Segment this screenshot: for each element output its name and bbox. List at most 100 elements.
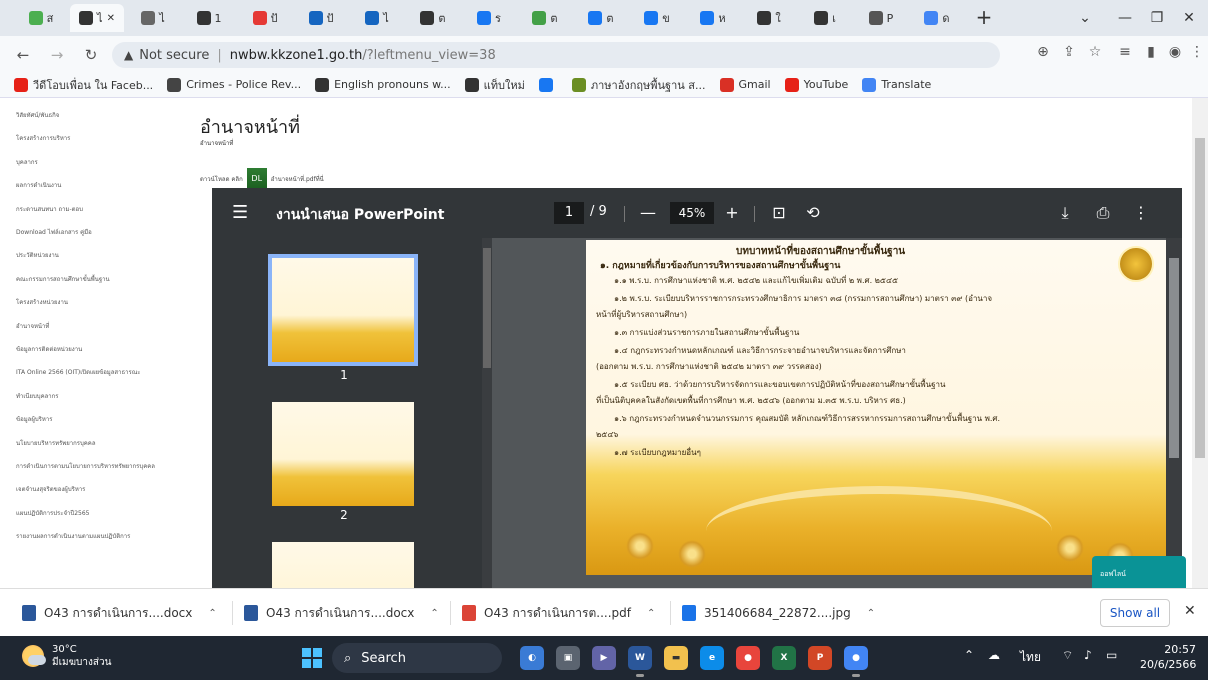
bookmark-item[interactable]: Gmail [719,77,771,92]
left-menu-item[interactable]: ข้อมูลการติดต่อหน่วยงาน [16,346,176,354]
thumbnail-page-1[interactable] [268,254,418,366]
bookmark-item[interactable]: แท็บใหม่ [464,76,525,94]
left-menu-item[interactable]: รายงานผลการดำเนินงานตามแผนปฏิบัติการ [16,533,176,541]
left-menu-item[interactable]: ข้อมูลผู้บริหาร [16,416,176,424]
more-options-icon[interactable]: ⋮ [1130,202,1152,224]
browser-tab[interactable]: ต [406,4,460,32]
bookmark-item[interactable]: Translate [862,77,931,92]
left-menu-item[interactable]: ผลการดำเนินงาน [16,182,176,190]
download-options-icon[interactable]: ⌃ [647,608,655,619]
browser-tab[interactable]: ร [462,4,516,32]
bookmark-item[interactable]: วีดีโอบเพื่อน ใน Faceb... [14,76,153,94]
tray-overflow-icon[interactable]: ⌃ [964,648,974,662]
download-item[interactable]: O43 การดำเนินการต....pdf ⌃ [462,601,655,625]
chrome-active-icon[interactable]: ● [844,646,868,677]
download-arrow-icon[interactable]: DL [246,168,267,198]
left-menu-item[interactable]: โครงสร้างการบริหาร [16,135,176,143]
left-menu-item[interactable]: ประวัติหน่วยงาน [16,252,176,260]
page-number-input[interactable]: 1 [554,202,584,224]
taskbar-search[interactable]: ⌕ Search [332,643,502,673]
download-item[interactable]: O43 การดำเนินการ....docx ⌃ [22,601,217,625]
language-indicator[interactable]: ไทย [1020,648,1041,667]
browser-tab[interactable]: ห [686,4,740,32]
left-menu-item[interactable]: การดำเนินการตามนโยบายการบริหารทรัพยากรบุ… [16,463,176,471]
forward-icon[interactable]: → [46,44,68,66]
bookmark-item[interactable]: Crimes - Police Rev... [167,77,301,92]
hamburger-menu-icon[interactable]: ☰ [232,202,248,223]
download-item[interactable]: O43 การดำเนินการ....docx ⌃ [244,601,439,625]
bookmark-item[interactable]: YouTube [784,77,848,92]
document-scrollbar[interactable] [1166,238,1182,588]
browser-tab[interactable]: ใ [742,4,796,32]
left-menu-item[interactable]: คณะกรรมการสถานศึกษาขั้นพื้นฐาน [16,276,176,284]
chrome-icon[interactable]: ● [736,646,760,670]
left-menu-item[interactable]: แผนปฏิบัติการประจำปี2565 [16,510,176,518]
back-icon[interactable]: ← [12,44,34,66]
word-icon[interactable]: W [628,646,652,677]
browser-tab[interactable]: ปั [294,4,348,32]
volume-icon[interactable]: ♪ [1084,648,1092,662]
download-options-icon[interactable]: ⌃ [867,608,875,619]
bookmark-item[interactable]: English pronouns w... [315,77,451,92]
browser-tab[interactable]: ไ [126,4,180,32]
reload-icon[interactable]: ↻ [80,44,102,66]
side-panel-icon[interactable]: ▮ [1140,44,1162,60]
page-scrollbar[interactable] [1192,98,1208,588]
zoom-out-icon[interactable]: — [638,202,658,224]
download-item[interactable]: 351406684_22872....jpg ⌃ [682,601,875,625]
windows-start-icon[interactable] [302,648,322,668]
thumbnail-scrollbar[interactable] [482,238,492,588]
bookmark-star-icon[interactable]: ☆ [1084,44,1106,60]
system-clock[interactable]: 20:57 20/6/2566 [1140,642,1196,672]
left-menu-item[interactable]: อำนาจหน้าที่ [16,323,176,331]
browser-tab[interactable]: ไ ✕ [70,4,124,32]
teams-icon[interactable]: ▶ [592,646,616,670]
document-scroll-knob[interactable] [1169,258,1179,458]
download-options-icon[interactable]: ⌃ [430,608,438,619]
browser-tab[interactable]: P [854,4,908,32]
browser-tab[interactable]: ต [518,4,572,32]
rotate-icon[interactable]: ⟲ [802,202,824,224]
task-view-icon[interactable]: ▣ [556,646,580,670]
address-bar[interactable]: ▲ Not secure | nwbw.kkzone1.go.th/?leftm… [112,42,1000,68]
weather-widget[interactable]: 30°C มีเมฆบางส่วน [22,643,111,669]
browser-tab[interactable]: ไ [350,4,404,32]
thumbnail-page-3[interactable] [272,542,414,588]
powerpoint-icon[interactable]: P [808,646,832,670]
onedrive-icon[interactable]: ☁ [988,648,1000,662]
show-all-button[interactable]: Show all [1100,599,1170,627]
share-icon[interactable]: ⇪ [1058,44,1080,60]
left-menu-item[interactable]: วิสัยทัศน์/พันธกิจ [16,112,176,120]
zoom-icon[interactable]: ⊕ [1032,44,1054,60]
zoom-in-icon[interactable]: + [722,202,742,224]
thumbnail-scroll-knob[interactable] [483,248,491,368]
left-menu-item[interactable]: นโยบายบริหารทรัพยากรบุคคล [16,440,176,448]
zoom-input[interactable]: 45% [670,202,714,224]
print-icon[interactable]: ⎙ [1092,202,1114,224]
excel-icon[interactable]: X [772,646,796,670]
fit-page-icon[interactable]: ⊡ [768,202,790,224]
close-window-button[interactable]: ✕ [1174,6,1204,30]
chat-widget[interactable]: ออฟไลน์ [1092,556,1186,588]
minimize-button[interactable]: — [1110,6,1140,30]
left-menu-item[interactable]: บุคลากร [16,159,176,167]
bookmark-item[interactable] [538,77,558,92]
close-downloads-icon[interactable]: ✕ [1184,603,1196,619]
close-tab-icon[interactable]: ✕ [107,13,115,24]
profile-avatar[interactable]: ◉ [1164,44,1186,60]
download-options-icon[interactable]: ⌃ [208,608,216,619]
left-menu-item[interactable]: Download ไฟล์เอกสาร คู่มือ [16,229,176,237]
left-menu-item[interactable]: เจตจำนงสุจริตของผู้บริหาร [16,486,176,494]
browser-tab[interactable]: ข [630,4,684,32]
maximize-button[interactable]: ❐ [1142,6,1172,30]
copilot-icon[interactable]: ◐ [520,646,544,670]
browser-tab[interactable]: เ [798,4,852,32]
left-menu-item[interactable]: กระดานสนทนา ถาม-ตอบ [16,206,176,214]
left-menu-item[interactable]: โครงสร้างหน่วยงาน [16,299,176,307]
bookmark-item[interactable]: ภาษาอังกฤษพื้นฐาน ส... [571,76,706,94]
thumbnail-page-2[interactable] [272,402,414,506]
reading-list-icon[interactable]: ≡ [1114,44,1136,60]
new-tab-button[interactable]: + [972,6,996,30]
browser-menu-icon[interactable]: ⋮ [1186,44,1208,60]
file-explorer-icon[interactable]: ▬ [664,646,688,670]
